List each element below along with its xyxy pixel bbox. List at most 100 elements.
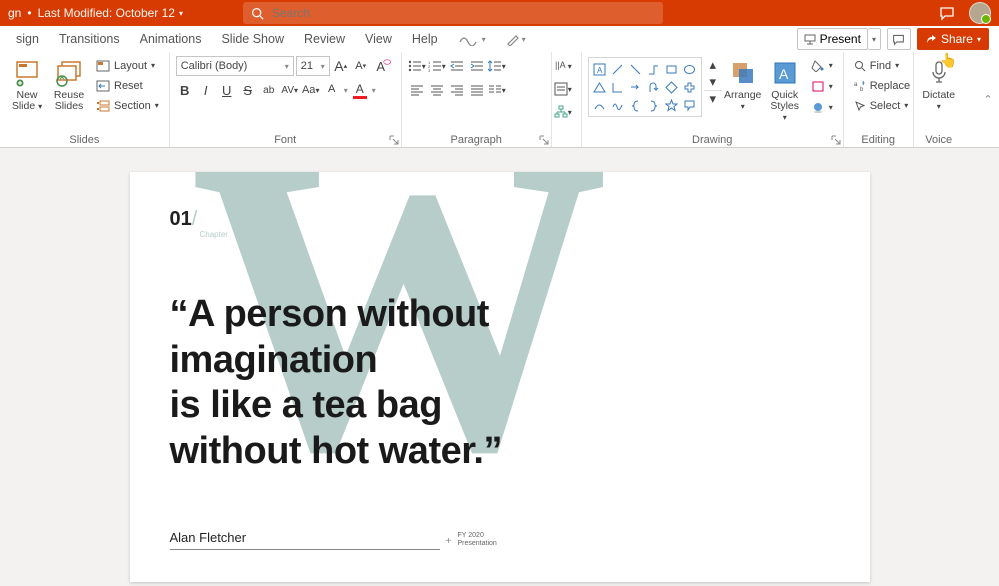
section-button[interactable]: Section▾: [92, 96, 163, 115]
align-center-icon: [430, 84, 444, 96]
strike-button[interactable]: S: [239, 80, 257, 100]
tab-help[interactable]: Help: [402, 26, 448, 52]
shape-callout[interactable]: [681, 96, 699, 114]
justify-button[interactable]: [468, 80, 486, 100]
shapes-more[interactable]: ▾: [704, 90, 722, 107]
italic-button[interactable]: I: [197, 80, 215, 100]
font-color-dropdown[interactable]: ▾: [372, 86, 376, 95]
shape-arrow[interactable]: [627, 78, 645, 96]
tab-design[interactable]: sign: [6, 26, 49, 52]
align-right-button[interactable]: [448, 80, 466, 100]
shapes-gallery[interactable]: A: [591, 60, 699, 114]
shape-line[interactable]: [609, 60, 627, 78]
presenter-icon: [804, 33, 816, 45]
highlight-color-button[interactable]: A: [323, 80, 341, 100]
font-size-select[interactable]: 21▾: [296, 56, 330, 76]
paragraph-dialog-launcher[interactable]: [539, 135, 549, 145]
tab-transitions[interactable]: Transitions: [49, 26, 130, 52]
chat-icon[interactable]: [939, 5, 955, 21]
new-slide-button[interactable]: New Slide ▾: [6, 56, 48, 114]
shape-brace[interactable]: [627, 96, 645, 114]
align-text-vertical-button[interactable]: ▾: [554, 79, 572, 99]
ribbon: New Slide ▾ Reuse Slides Layout▾ Reset S…: [0, 52, 999, 148]
subscript-button[interactable]: ab: [260, 80, 278, 100]
tab-view[interactable]: View: [355, 26, 402, 52]
tab-review[interactable]: Review: [294, 26, 355, 52]
last-modified-dropdown[interactable]: Last Modified: October 12 ▾: [38, 6, 183, 20]
svg-text:b: b: [860, 87, 864, 92]
comment-icon: [892, 33, 905, 46]
smartart-button[interactable]: ▾: [554, 102, 572, 122]
replace-button[interactable]: abReplace: [850, 76, 914, 95]
decrease-font-button[interactable]: A▾: [352, 56, 370, 76]
shape-line2[interactable]: [627, 60, 645, 78]
bullets-button[interactable]: ▾: [408, 56, 426, 76]
shape-oval[interactable]: [681, 60, 699, 78]
styles-label: Quick Styles: [770, 89, 799, 112]
slides-group-label: Slides: [6, 132, 163, 147]
align-center-button[interactable]: [428, 80, 446, 100]
font-name-select[interactable]: Calibri (Body)▾: [176, 56, 294, 76]
shape-triangle[interactable]: [591, 78, 609, 96]
shape-effects-button[interactable]: ▾: [807, 98, 837, 117]
draw-toggle-icon[interactable]: ▾: [448, 26, 496, 52]
shape-star[interactable]: [663, 96, 681, 114]
svg-text:3: 3: [428, 68, 431, 72]
shapes-scroll-up[interactable]: ▴: [704, 56, 722, 73]
comments-button[interactable]: [887, 28, 911, 50]
increase-font-button[interactable]: A▴: [332, 56, 350, 76]
shape-connector[interactable]: [645, 60, 663, 78]
share-button[interactable]: Share ▾: [917, 28, 989, 50]
layout-button[interactable]: Layout▾: [92, 56, 163, 75]
text-direction-button[interactable]: ||A▾: [554, 56, 572, 76]
fill-icon: [811, 59, 825, 72]
slide[interactable]: W 01/ Chapter “A person without imaginat…: [130, 172, 870, 582]
tab-animations[interactable]: Animations: [130, 26, 212, 52]
shapes-scroll-down[interactable]: ▾: [704, 73, 722, 90]
change-case-button[interactable]: Aa▾: [302, 80, 320, 100]
tab-slide-show[interactable]: Slide Show: [211, 26, 294, 52]
shape-uturn[interactable]: [645, 78, 663, 96]
find-button[interactable]: Find▾: [850, 56, 903, 75]
numbering-button[interactable]: 123▾: [428, 56, 446, 76]
underline-button[interactable]: U: [218, 80, 236, 100]
decrease-indent-button[interactable]: [448, 56, 466, 76]
search-box[interactable]: [243, 2, 663, 24]
increase-indent-button[interactable]: [468, 56, 486, 76]
reuse-slides-button[interactable]: Reuse Slides: [48, 56, 90, 114]
shape-l[interactable]: [609, 78, 627, 96]
font-color-button[interactable]: A: [351, 80, 369, 100]
shape-diamond[interactable]: [663, 78, 681, 96]
char-spacing-button[interactable]: AV▾: [281, 80, 299, 100]
search-input[interactable]: [272, 6, 655, 20]
line-spacing-button[interactable]: ▾: [488, 56, 506, 76]
shape-fill-button[interactable]: ▾: [807, 56, 837, 75]
shape-outline-button[interactable]: ▾: [807, 77, 837, 96]
columns-icon: [488, 84, 502, 96]
user-avatar[interactable]: [969, 2, 991, 24]
clear-format-button[interactable]: A⬭: [372, 56, 390, 76]
cursor-pointer-icon: 👆: [940, 52, 957, 69]
svg-text:a: a: [854, 82, 858, 88]
present-dropdown[interactable]: ▾: [868, 28, 881, 50]
quick-styles-button[interactable]: A Quick Styles▾: [764, 56, 806, 125]
shape-freeform[interactable]: [609, 96, 627, 114]
drawing-dialog-launcher[interactable]: [831, 135, 841, 145]
pen-toggle-icon[interactable]: ▾: [496, 26, 536, 52]
shape-cross[interactable]: [681, 78, 699, 96]
reset-button[interactable]: Reset: [92, 76, 163, 95]
columns-button[interactable]: ▾: [488, 80, 506, 100]
select-button[interactable]: Select▾: [850, 96, 913, 115]
font-dialog-launcher[interactable]: [389, 135, 399, 145]
numbering-icon: 123: [428, 60, 442, 72]
shape-curve[interactable]: [591, 96, 609, 114]
shape-textbox[interactable]: A: [591, 60, 609, 78]
collapse-ribbon-button[interactable]: ⌃: [977, 52, 999, 147]
present-button[interactable]: Present: [797, 28, 868, 50]
shape-brace-r[interactable]: [645, 96, 663, 114]
arrange-button[interactable]: Arrange▾: [722, 56, 764, 114]
highlight-dropdown[interactable]: ▾: [344, 86, 348, 95]
shape-rect[interactable]: [663, 60, 681, 78]
align-left-button[interactable]: [408, 80, 426, 100]
bold-button[interactable]: B: [176, 80, 194, 100]
